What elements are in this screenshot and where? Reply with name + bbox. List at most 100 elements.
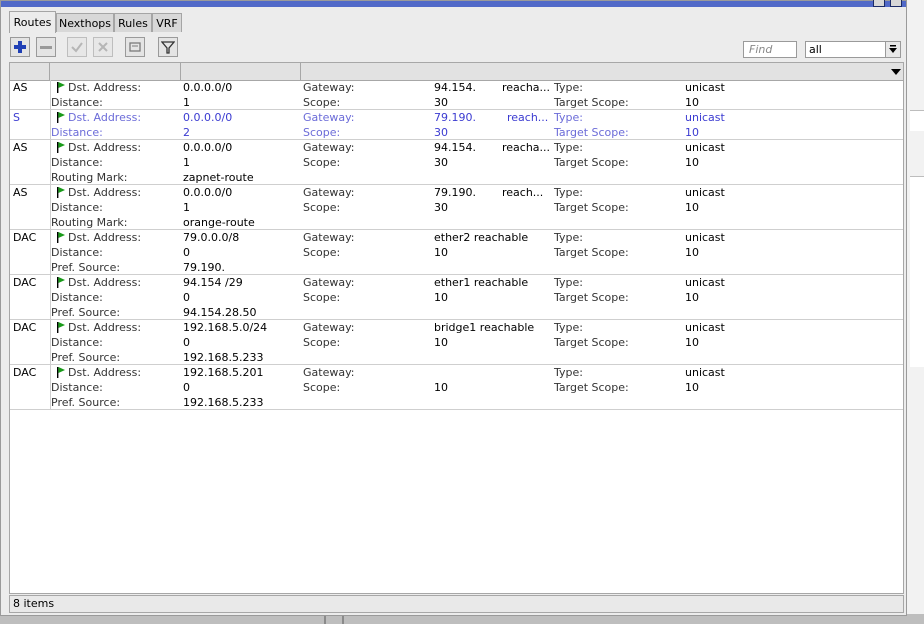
column-header-value[interactable] xyxy=(181,63,301,80)
extra-value: 79.190. xyxy=(183,261,225,274)
comment-button[interactable] xyxy=(125,37,145,57)
type-value: unicast xyxy=(685,366,725,379)
dst-address-value: 192.168.5.0/24 xyxy=(183,321,268,334)
target-scope-value: 10 xyxy=(685,336,699,349)
type-value: unicast xyxy=(685,186,725,199)
scope-label: Scope: xyxy=(303,126,341,139)
find-input[interactable]: Find xyxy=(743,41,797,58)
tab-routes[interactable]: Routes xyxy=(9,11,56,33)
distance-label: Distance: xyxy=(51,156,103,169)
tab-vrf[interactable]: VRF xyxy=(152,13,182,32)
column-header-flags[interactable] xyxy=(10,63,50,80)
window-titlebar[interactable] xyxy=(1,0,906,7)
toolbar: Find all xyxy=(9,36,904,60)
dst-address-value: 192.168.5.201 xyxy=(183,366,264,379)
minus-icon xyxy=(40,46,52,49)
scope-value: 10 xyxy=(434,246,448,259)
gateway-label: Gateway: xyxy=(303,231,355,244)
table-row[interactable]: DAC Dst. Address: 192.168.5.0/24 Gateway: br… xyxy=(10,320,903,365)
chevron-down-icon[interactable] xyxy=(885,42,900,57)
dst-address-label: Dst. Address: xyxy=(68,186,142,199)
table-row[interactable]: AS Dst. Address: 0.0.0.0/0 Gateway: 79.190. r… xyxy=(10,185,903,230)
filter-button[interactable] xyxy=(158,37,178,57)
scope-label: Scope: xyxy=(303,291,341,304)
plus-icon xyxy=(14,41,26,53)
flag-icon xyxy=(57,187,65,198)
distance-value: 1 xyxy=(183,201,190,214)
gateway-status: reacha... xyxy=(502,81,551,94)
enable-button[interactable] xyxy=(67,37,87,57)
column-menu-icon[interactable] xyxy=(891,66,901,79)
flag-icon xyxy=(57,367,65,378)
gateway-label: Gateway: xyxy=(303,366,355,379)
type-value: unicast xyxy=(685,276,725,289)
type-value: unicast xyxy=(685,321,725,334)
target-scope-value: 10 xyxy=(685,156,699,169)
table-row[interactable]: DAC Dst. Address: 192.168.5.201 Gateway: Typ… xyxy=(10,365,903,410)
dst-address-value: 94.154 /29 xyxy=(183,276,243,289)
gateway-status: reacha... xyxy=(502,141,551,154)
scope-label: Scope: xyxy=(303,96,341,109)
gateway-status: reach... xyxy=(507,111,549,124)
minimize-icon[interactable] xyxy=(873,0,885,7)
dst-address-label: Dst. Address: xyxy=(68,366,142,379)
scope-label: Scope: xyxy=(303,246,341,259)
close-icon[interactable] xyxy=(890,0,902,7)
scope-value: 30 xyxy=(434,96,448,109)
tab-nexthops[interactable]: Nexthops xyxy=(56,13,114,32)
flag-icon xyxy=(57,232,65,243)
extra-label: Routing Mark: xyxy=(51,171,128,184)
table-row[interactable]: DAC Dst. Address: 79.0.0.0/8 Gateway: ether2… xyxy=(10,230,903,275)
gateway-value: 94.154. xyxy=(434,141,476,154)
type-label: Type: xyxy=(554,186,583,199)
table-row[interactable]: DAC Dst. Address: 94.154 /29 Gateway: ether1… xyxy=(10,275,903,320)
target-scope-label: Target Scope: xyxy=(554,291,629,304)
extra-label: Pref. Source: xyxy=(51,396,121,409)
scope-value: 10 xyxy=(434,381,448,394)
dst-address-value: 0.0.0.0/0 xyxy=(183,186,233,199)
target-scope-value: 10 xyxy=(685,126,699,139)
scope-label: Scope: xyxy=(303,336,341,349)
scope-value: 10 xyxy=(434,291,448,304)
target-scope-value: 10 xyxy=(685,96,699,109)
distance-value: 0 xyxy=(183,246,190,259)
distance-value: 1 xyxy=(183,156,190,169)
extra-value: 192.168.5.233 xyxy=(183,396,264,409)
type-label: Type: xyxy=(554,231,583,244)
gateway-status: reach... xyxy=(502,186,544,199)
type-label: Type: xyxy=(554,366,583,379)
dst-address-label: Dst. Address: xyxy=(68,141,142,154)
add-button[interactable] xyxy=(10,37,30,57)
dst-address-value: 0.0.0.0/0 xyxy=(183,141,233,154)
target-scope-value: 10 xyxy=(685,246,699,259)
dst-address-label: Dst. Address: xyxy=(68,81,142,94)
table-row[interactable]: S Dst. Address: 0.0.0.0/0 Gateway: 79.190. re… xyxy=(10,110,903,140)
dst-address-label: Dst. Address: xyxy=(68,231,142,244)
scope-label: Scope: xyxy=(303,201,341,214)
table-row[interactable]: AS Dst. Address: 0.0.0.0/0 Gateway: 94.154. r… xyxy=(10,140,903,185)
gateway-value: bridge1 reachable xyxy=(434,321,535,334)
route-list-window: Routes Nexthops Rules VRF Find all AS Ds… xyxy=(0,0,907,616)
column-header-label[interactable] xyxy=(50,63,181,80)
dst-address-label: Dst. Address: xyxy=(68,111,142,124)
filter-select[interactable]: all xyxy=(805,41,901,58)
disable-button[interactable] xyxy=(93,37,113,57)
type-label: Type: xyxy=(554,321,583,334)
type-label: Type: xyxy=(554,141,583,154)
distance-value: 0 xyxy=(183,336,190,349)
dst-address-value: 79.0.0.0/8 xyxy=(183,231,240,244)
gateway-value: ether2 reachable xyxy=(434,231,529,244)
gateway-value: 79.190. xyxy=(434,111,476,124)
dst-address-label: Dst. Address: xyxy=(68,321,142,334)
tab-rules[interactable]: Rules xyxy=(114,13,152,32)
type-label: Type: xyxy=(554,111,583,124)
table-row[interactable]: AS Dst. Address: 0.0.0.0/0 Gateway: 94.154. r… xyxy=(10,80,903,110)
gateway-label: Gateway: xyxy=(303,186,355,199)
target-scope-label: Target Scope: xyxy=(554,126,629,139)
type-label: Type: xyxy=(554,81,583,94)
target-scope-label: Target Scope: xyxy=(554,96,629,109)
scope-value: 10 xyxy=(434,336,448,349)
flag-icon xyxy=(57,142,65,153)
remove-button[interactable] xyxy=(36,37,56,57)
filter-icon xyxy=(161,41,175,54)
